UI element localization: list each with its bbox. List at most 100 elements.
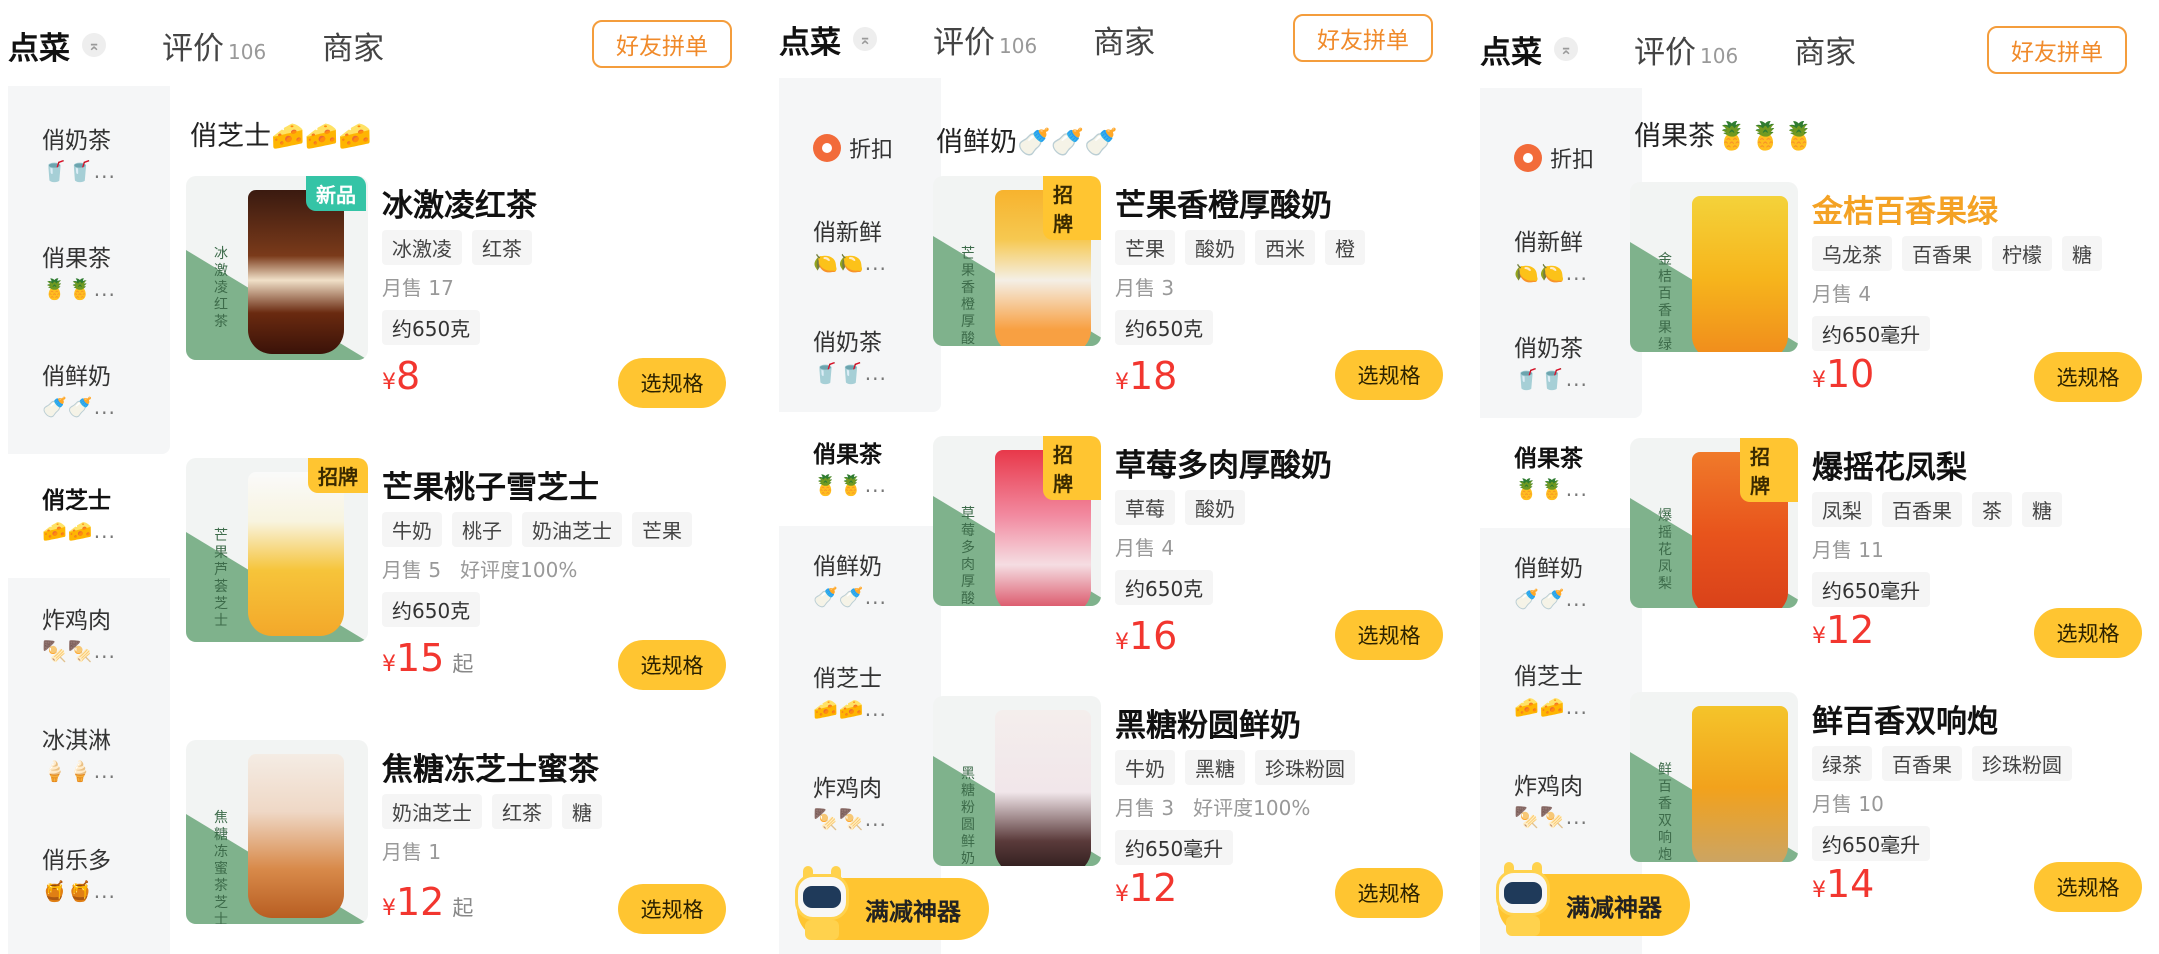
- sidebar-item-guocha[interactable]: 俏果茶 🍍🍍...: [8, 244, 170, 304]
- tag: 乌龙茶: [1812, 236, 1892, 271]
- sidebar-item-xiannai[interactable]: 俏鲜奶 🍼🍼...: [8, 362, 170, 422]
- tab-merchant[interactable]: 商家: [1093, 17, 1155, 62]
- top-tab-bar: 点菜 ⌅ 评价 106 商家 好友拼单: [8, 6, 754, 84]
- tab-reviews[interactable]: 评价 106: [933, 17, 1037, 62]
- product-name: 爆摇花凤梨: [1812, 450, 1967, 486]
- sidebar-item-guocha[interactable]: 俏果茶 🍍🍍...: [1480, 444, 1642, 504]
- badge-signature: 招牌: [1043, 176, 1101, 240]
- product-name: 焦糖冻芝士蜜茶: [382, 752, 599, 788]
- tab-order[interactable]: 点菜 ⌅: [8, 23, 106, 68]
- spec-label: 约650克: [1115, 310, 1214, 345]
- tag: 冰激凌: [382, 230, 462, 265]
- tab-reviews-label: 评价: [162, 30, 224, 67]
- select-spec-button[interactable]: 选规格: [618, 358, 726, 408]
- select-spec-button[interactable]: 选规格: [2034, 352, 2142, 402]
- tab-merchant[interactable]: 商家: [322, 23, 384, 68]
- product-card[interactable]: 黑糖粉圆鲜奶 黑糖粉圆鲜奶 牛奶 黑糖 珍珠粉圆 月售 3 好评度100% 约6…: [933, 696, 1463, 954]
- promo-button[interactable]: 满减神器: [795, 866, 989, 940]
- sidebar-item-zhajirou[interactable]: 炸鸡肉 🍢🍢...: [8, 606, 170, 666]
- tag: 酸奶: [1185, 230, 1245, 265]
- product-card[interactable]: 草莓多肉厚酸奶 招牌 草莓多肉厚酸奶 草莓 酸奶 月售 4 约650克 ¥16 …: [933, 436, 1463, 696]
- product-card[interactable]: 焦糖冻蜜茶芝士 焦糖冻芝士蜜茶 奶油芝士 红茶 糖 月售 1 ¥12 起 选规格: [186, 740, 726, 954]
- product-card[interactable]: 芒果香橙厚酸奶 招牌 芒果香橙厚酸奶 芒果 酸奶 西米 橙 月售 3 约650克…: [933, 176, 1463, 436]
- tab-reviews[interactable]: 评价 106: [1634, 27, 1738, 72]
- tag-list: 凤梨 百香果 茶 糖: [1812, 492, 2072, 527]
- sidebar-item-leduo[interactable]: 俏乐多 🍯🍯...: [8, 846, 170, 906]
- robot-mascot-icon: [791, 866, 855, 942]
- tab-order[interactable]: 点菜 ⌅: [1480, 27, 1578, 72]
- sidebar-item-guocha[interactable]: 俏果茶 🍍🍍...: [779, 440, 941, 500]
- menu-panel-3: 点菜 ⌅ 评价 106 商家 好友拼单 折扣 俏新鲜 🍋🍋... 俏奶茶 🥤🥤.…: [1472, 0, 2159, 954]
- product-image: 金桔百香果绿: [1630, 182, 1798, 352]
- select-spec-button[interactable]: 选规格: [618, 640, 726, 690]
- category-sidebar: 折扣 俏新鲜 🍋🍋... 俏奶茶 🥤🥤... 俏果茶 🍍🍍... 俏鲜奶 🍼🍼.…: [779, 78, 941, 954]
- tag: 红茶: [472, 230, 532, 265]
- tag-list: 芒果 酸奶 西米 橙: [1115, 230, 1375, 265]
- top-tab-bar: 点菜 ⌅ 评价 106 商家 好友拼单: [1480, 10, 2151, 88]
- sidebar-item-xinxian[interactable]: 俏新鲜 🍋🍋...: [1480, 228, 1642, 288]
- sidebar-item-bingqilin[interactable]: 冰淇淋 🍦🍦...: [8, 726, 170, 786]
- top-tab-bar: 点菜 ⌅ 评价 106 商家 好友拼单: [779, 0, 1455, 78]
- product-image: 芒果香橙厚酸奶 招牌: [933, 176, 1101, 346]
- tag: 红茶: [492, 794, 552, 829]
- product-card[interactable]: 金桔百香果绿 金桔百香果绿 乌龙茶 百香果 柠檬 糖 月售 4 约650毫升 ¥…: [1630, 182, 2159, 442]
- tag: 凤梨: [1812, 492, 1872, 527]
- sidebar-item-zhajirou[interactable]: 炸鸡肉 🍢🍢...: [1480, 772, 1642, 832]
- badge-signature: 招牌: [1043, 436, 1101, 500]
- product-image: 芒果芦荟芝士 招牌: [186, 458, 368, 642]
- tab-order-label: 点菜: [8, 30, 70, 67]
- sidebar-item-xiannai[interactable]: 俏鲜奶 🍼🍼...: [779, 552, 941, 612]
- select-spec-button[interactable]: 选规格: [2034, 862, 2142, 912]
- group-order-button[interactable]: 好友拼单: [1293, 14, 1433, 62]
- tab-merchant[interactable]: 商家: [1794, 27, 1856, 72]
- promo-button[interactable]: 满减神器: [1496, 862, 1690, 936]
- badge-signature: 招牌: [308, 458, 368, 493]
- rating: 好评度100%: [460, 558, 578, 582]
- group-order-button[interactable]: 好友拼单: [1987, 26, 2127, 74]
- product-card[interactable]: 爆摇花凤梨 招牌 爆摇花凤梨 凤梨 百香果 茶 糖 月售 11 约650毫升 ¥…: [1630, 438, 2159, 698]
- select-spec-button[interactable]: 选规格: [1335, 868, 1443, 918]
- sidebar-item-discount[interactable]: 折扣: [779, 132, 941, 164]
- product-card[interactable]: 冰激凌红茶 新品 冰激凌红茶 冰激凌 红茶 月售 17 约650克 ¥8 选规格: [186, 176, 726, 436]
- sidebar-item-naicha[interactable]: 俏奶茶 🥤🥤...: [779, 328, 941, 388]
- sidebar-item-naicha[interactable]: 俏奶茶 🥤🥤...: [1480, 334, 1642, 394]
- select-spec-button[interactable]: 选规格: [1335, 610, 1443, 660]
- tag: 奶油芝士: [522, 512, 622, 547]
- sidebar-item-zhishi[interactable]: 俏芝士 🧀🧀...: [8, 486, 170, 546]
- tab-reviews[interactable]: 评价 106: [162, 23, 266, 68]
- tag: 茶: [1972, 492, 2012, 527]
- product-card[interactable]: 芒果芦荟芝士 招牌 芒果桃子雪芝士 牛奶 桃子 奶油芝士 芒果 月售 5 好评度…: [186, 458, 726, 718]
- sidebar-item-xiannai[interactable]: 俏鲜奶 🍼🍼...: [1480, 554, 1642, 614]
- menu-panel-1: 点菜 ⌅ 评价 106 商家 好友拼单 俏奶茶 🥤🥤... 俏果茶 🍍🍍... …: [0, 0, 762, 954]
- badge-signature: 招牌: [1740, 438, 1798, 502]
- price: ¥14: [1812, 862, 1875, 906]
- spec-label: 约650毫升: [1812, 572, 1931, 607]
- sidebar-item-discount[interactable]: 折扣: [1480, 142, 1642, 174]
- sidebar-item-zhajirou[interactable]: 炸鸡肉 🍢🍢...: [779, 774, 941, 834]
- pin-top-icon: ⌅: [853, 27, 877, 51]
- price: ¥18: [1115, 354, 1178, 398]
- sidebar-item-zhishi[interactable]: 俏芝士 🧀🧀...: [1480, 662, 1642, 722]
- product-card[interactable]: 鲜百香双响炮 鲜百香双响炮 绿茶 百香果 珍珠粉圆 月售 10 约650毫升 ¥…: [1630, 692, 2159, 952]
- sidebar-item-xinxian[interactable]: 俏新鲜 🍋🍋...: [779, 218, 941, 278]
- monthly-sales: 月售 1: [382, 840, 442, 864]
- tag-list: 绿茶 百香果 珍珠粉圆: [1812, 746, 2082, 781]
- spec-label: 约650毫升: [1115, 830, 1234, 865]
- price: ¥15 起: [382, 636, 474, 680]
- select-spec-button[interactable]: 选规格: [2034, 608, 2142, 658]
- sidebar-item-naicha[interactable]: 俏奶茶 🥤🥤...: [8, 126, 170, 186]
- select-spec-button[interactable]: 选规格: [618, 884, 726, 934]
- tag: 芒果: [1115, 230, 1175, 265]
- product-image: 草莓多肉厚酸奶 招牌: [933, 436, 1101, 606]
- rating: 好评度100%: [1193, 796, 1311, 820]
- tab-order[interactable]: 点菜 ⌅: [779, 17, 877, 62]
- tag: 橙: [1325, 230, 1365, 265]
- monthly-sales: 月售 11: [1812, 538, 1884, 562]
- select-spec-button[interactable]: 选规格: [1335, 350, 1443, 400]
- discount-icon: [813, 134, 841, 162]
- group-order-button[interactable]: 好友拼单: [592, 20, 732, 68]
- sidebar-item-zhishi[interactable]: 俏芝士 🧀🧀...: [779, 664, 941, 724]
- tag-list: 草莓 酸奶: [1115, 490, 1255, 525]
- tag-list: 牛奶 桃子 奶油芝士 芒果: [382, 512, 702, 547]
- tag: 绿茶: [1812, 746, 1872, 781]
